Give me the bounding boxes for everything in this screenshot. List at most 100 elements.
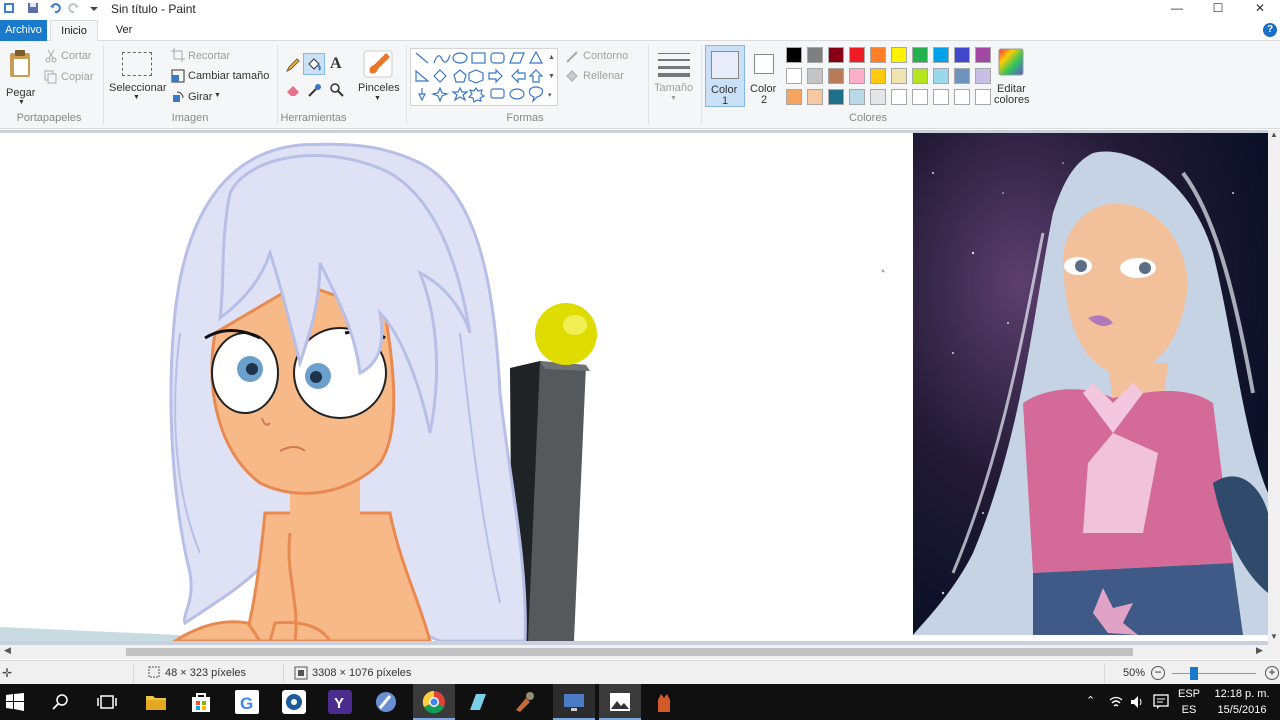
fill-tool-button[interactable] bbox=[303, 53, 325, 75]
chrome-task-active[interactable] bbox=[413, 684, 455, 720]
app-icon-brush[interactable] bbox=[512, 690, 536, 714]
store-icon[interactable] bbox=[189, 690, 213, 714]
save-icon[interactable] bbox=[27, 2, 39, 14]
outline-button[interactable]: Contorno bbox=[583, 50, 628, 62]
cut-button[interactable]: Cortar bbox=[61, 50, 92, 62]
close-button[interactable]: ✕ bbox=[1240, 0, 1280, 18]
scroll-thumb[interactable] bbox=[126, 648, 1133, 656]
palette-swatch[interactable] bbox=[954, 89, 970, 105]
canvas-area[interactable]: ▲ ▼ bbox=[0, 130, 1280, 646]
undo-icon[interactable] bbox=[49, 2, 61, 14]
palette-swatch[interactable] bbox=[912, 68, 928, 84]
palette-swatch[interactable] bbox=[870, 89, 886, 105]
fill-button[interactable]: Rellenar bbox=[583, 70, 624, 82]
paste-dropdown-icon[interactable]: ▼ bbox=[18, 99, 25, 106]
scroll-down-arrow-icon[interactable]: ▼ bbox=[1270, 632, 1278, 641]
palette-swatch[interactable] bbox=[828, 68, 844, 84]
app-icon-glove[interactable] bbox=[652, 690, 676, 714]
palette-swatch[interactable] bbox=[912, 47, 928, 63]
palette-swatch[interactable] bbox=[849, 47, 865, 63]
shapes-scroll-down-icon[interactable]: ▼ bbox=[548, 73, 555, 80]
wifi-icon[interactable] bbox=[1108, 694, 1124, 710]
search-icon[interactable] bbox=[52, 693, 70, 711]
copy-button[interactable]: Copiar bbox=[61, 71, 93, 83]
palette-swatch[interactable] bbox=[807, 89, 823, 105]
palette-swatch[interactable] bbox=[786, 47, 802, 63]
tray-expand-icon[interactable]: ⌃ bbox=[1086, 694, 1095, 707]
zoom-out-button[interactable]: − bbox=[1151, 666, 1165, 680]
clock-date[interactable]: 15/5/2016 bbox=[1208, 704, 1276, 716]
language-code[interactable]: ESP bbox=[1178, 688, 1200, 700]
palette-swatch[interactable] bbox=[975, 89, 991, 105]
task-view-icon[interactable] bbox=[97, 693, 117, 711]
palette-swatch[interactable] bbox=[849, 89, 865, 105]
palette-swatch[interactable] bbox=[828, 89, 844, 105]
redo-icon[interactable] bbox=[68, 2, 80, 14]
drawing-canvas[interactable] bbox=[0, 133, 1268, 641]
google-icon[interactable]: G bbox=[235, 690, 259, 714]
notifications-icon[interactable] bbox=[1152, 693, 1170, 711]
tab-file[interactable]: Archivo bbox=[0, 20, 47, 41]
tab-home[interactable]: Inicio bbox=[50, 20, 98, 42]
clock-time[interactable]: 12:18 p. m. bbox=[1208, 688, 1276, 700]
palette-swatch[interactable] bbox=[786, 68, 802, 84]
monitor-task[interactable] bbox=[553, 684, 595, 720]
edit-colors-button[interactable]: Editar colores bbox=[992, 45, 1034, 107]
paste-button[interactable]: Pegar ▼ bbox=[6, 47, 36, 106]
palette-swatch[interactable] bbox=[975, 47, 991, 63]
scroll-right-arrow-icon[interactable]: ▶ bbox=[1256, 645, 1263, 656]
text-tool-icon[interactable]: A bbox=[330, 55, 342, 73]
palette-swatch[interactable] bbox=[870, 68, 886, 84]
palette-swatch[interactable] bbox=[849, 68, 865, 84]
scroll-left-arrow-icon[interactable]: ◀ bbox=[4, 645, 11, 656]
palette-swatch[interactable] bbox=[933, 68, 949, 84]
zoom-slider-thumb[interactable] bbox=[1190, 667, 1198, 680]
app-icon-blue[interactable] bbox=[282, 690, 306, 714]
volume-icon[interactable] bbox=[1129, 694, 1145, 710]
color1-button[interactable]: Color 1 bbox=[705, 45, 745, 107]
palette-swatch[interactable] bbox=[933, 47, 949, 63]
palette-swatch[interactable] bbox=[870, 47, 886, 63]
size-button[interactable]: Tamaño ▼ bbox=[652, 47, 696, 107]
paint-brush-app-icon[interactable] bbox=[374, 690, 398, 714]
shapes-gallery[interactable] bbox=[410, 48, 558, 106]
palette-swatch[interactable] bbox=[954, 68, 970, 84]
app-icon-cyan[interactable] bbox=[466, 690, 490, 714]
windows-start-icon[interactable] bbox=[6, 693, 24, 711]
select-button[interactable]: Seleccionar ▼ bbox=[108, 47, 166, 105]
paint-app-icon[interactable] bbox=[3, 2, 15, 14]
color-picker-icon[interactable] bbox=[307, 82, 323, 98]
zoom-slider-track[interactable] bbox=[1172, 673, 1256, 674]
palette-swatch[interactable] bbox=[891, 68, 907, 84]
zoom-in-button[interactable]: + bbox=[1265, 666, 1279, 680]
palette-swatch[interactable] bbox=[786, 89, 802, 105]
palette-swatch[interactable] bbox=[975, 68, 991, 84]
palette-swatch[interactable] bbox=[807, 68, 823, 84]
shapes-scroll-up-icon[interactable]: ▲ bbox=[548, 54, 555, 61]
brushes-button[interactable]: Pinceles ▼ bbox=[356, 47, 400, 107]
keyboard-layout[interactable]: ES bbox=[1178, 704, 1200, 716]
shapes-expand-icon[interactable]: ▾ bbox=[548, 91, 552, 99]
palette-swatch[interactable] bbox=[954, 47, 970, 63]
palette-swatch[interactable] bbox=[891, 47, 907, 63]
eraser-icon[interactable] bbox=[285, 82, 301, 98]
tab-view[interactable]: Ver bbox=[104, 20, 144, 41]
magnifier-icon[interactable] bbox=[329, 82, 345, 98]
help-icon[interactable]: ? bbox=[1263, 23, 1277, 37]
palette-swatch[interactable] bbox=[891, 89, 907, 105]
pencil-icon[interactable] bbox=[285, 57, 301, 73]
palette-swatch[interactable] bbox=[912, 89, 928, 105]
rotate-dropdown-icon[interactable]: ▼ bbox=[214, 92, 221, 99]
rotate-button[interactable]: Girar bbox=[188, 91, 212, 103]
minimize-button[interactable]: — bbox=[1157, 0, 1197, 18]
customize-toolbar-icon[interactable] bbox=[88, 2, 100, 14]
palette-swatch[interactable] bbox=[933, 89, 949, 105]
color2-button[interactable]: Color 2 bbox=[748, 45, 782, 107]
palette-swatch[interactable] bbox=[828, 47, 844, 63]
horizontal-scrollbar[interactable]: ◀ ▶ bbox=[0, 645, 1280, 659]
maximize-button[interactable]: ☐ bbox=[1198, 0, 1238, 18]
file-explorer-icon[interactable] bbox=[144, 690, 168, 714]
paint-task-active[interactable] bbox=[599, 684, 641, 720]
crop-button[interactable]: Recortar bbox=[188, 50, 230, 62]
palette-swatch[interactable] bbox=[807, 47, 823, 63]
